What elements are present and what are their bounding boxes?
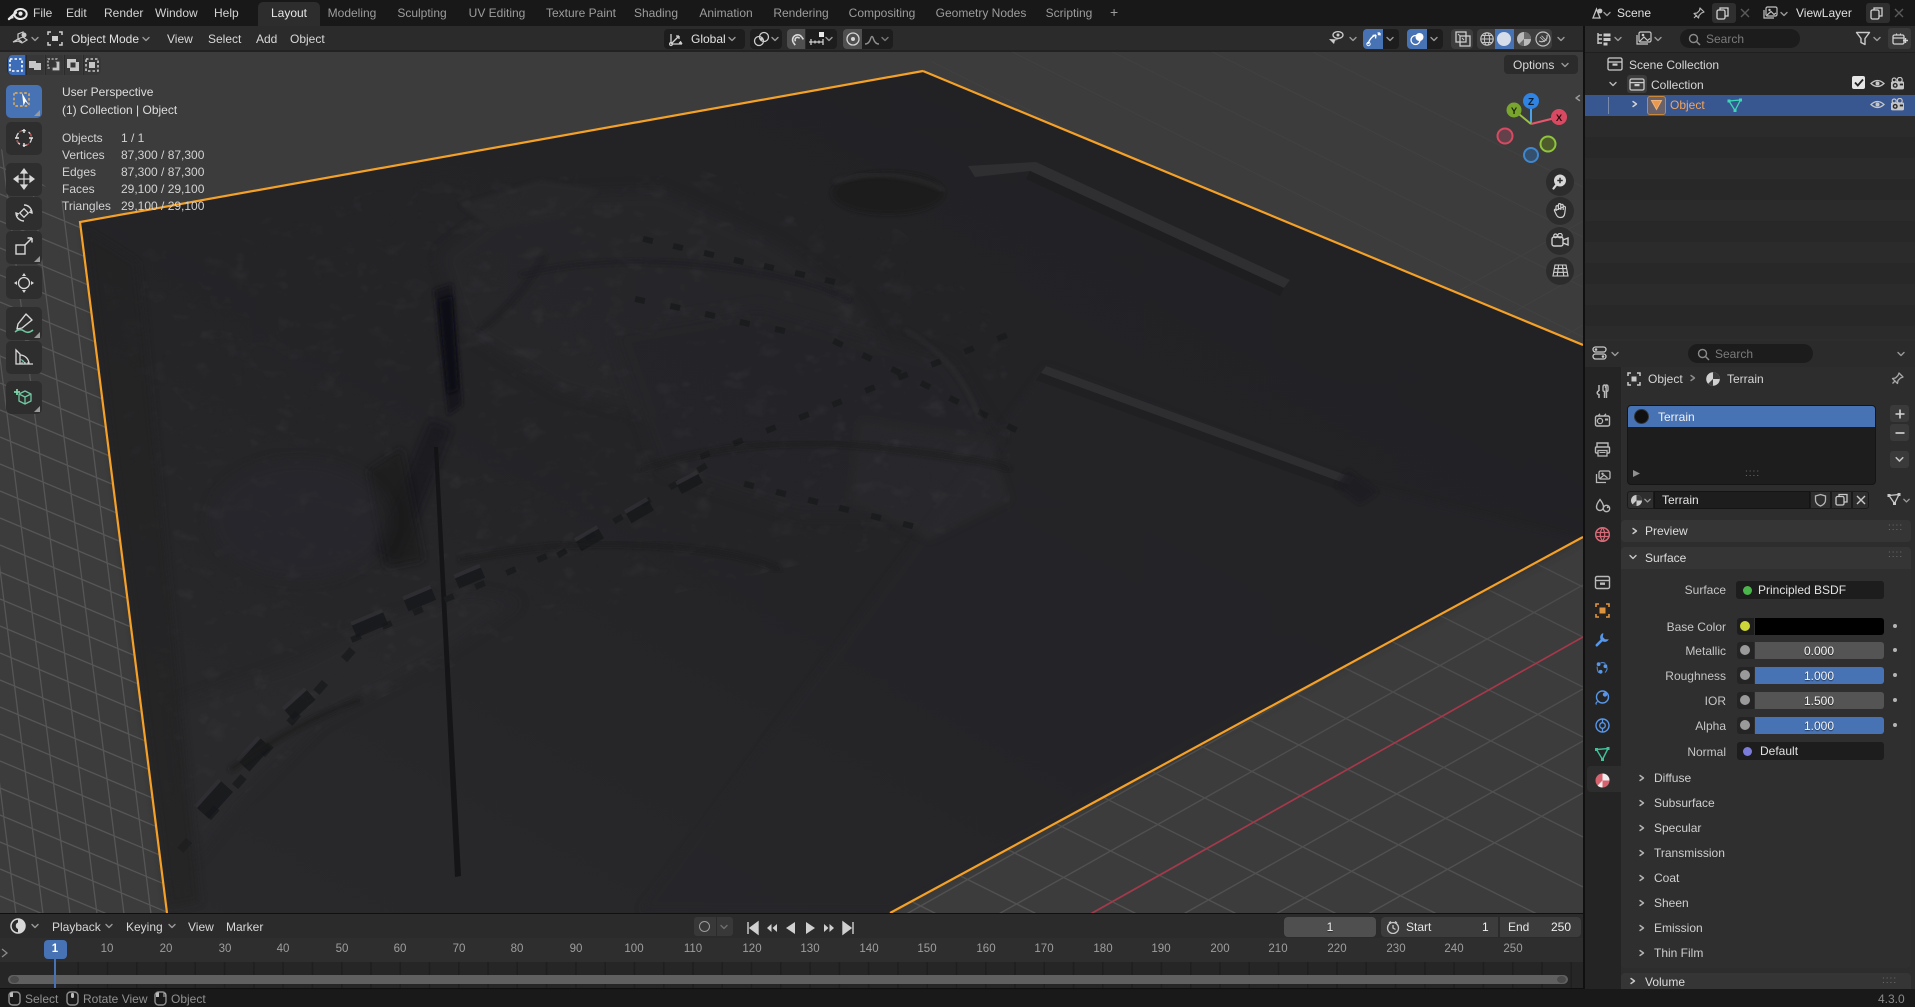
svg-text:X: X	[1556, 113, 1563, 124]
svg-text:Y: Y	[1511, 106, 1518, 117]
svg-text:Z: Z	[1528, 97, 1534, 108]
